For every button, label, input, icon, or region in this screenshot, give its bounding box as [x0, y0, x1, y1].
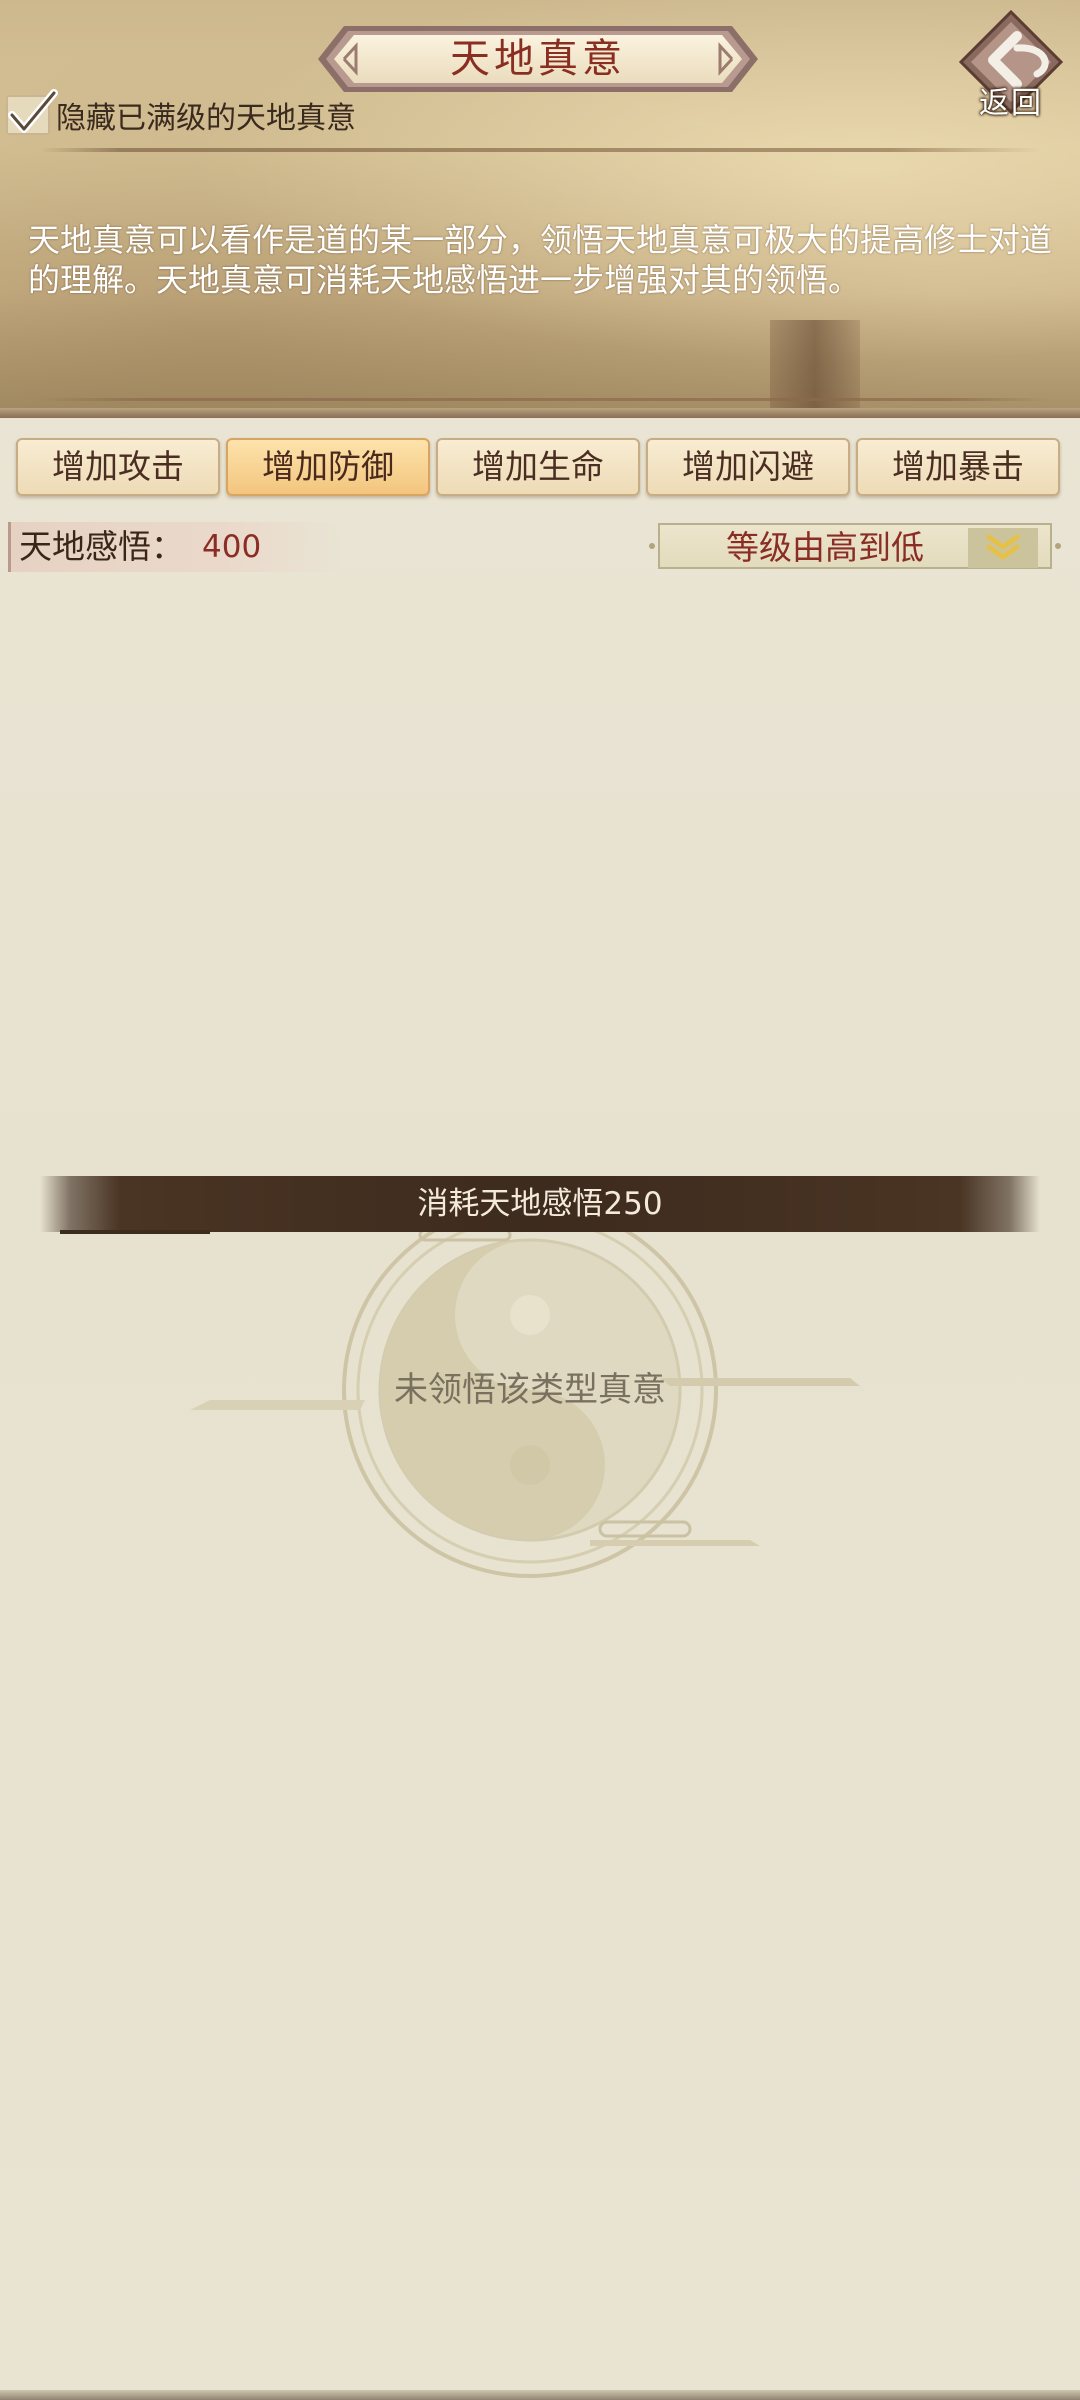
checkmark-icon	[8, 89, 58, 133]
insight-label: 天地感悟：	[19, 527, 184, 566]
hide-maxed-label: 隐藏已满级的天地真意	[56, 101, 356, 136]
sort-dropdown[interactable]: 等级由高到低	[648, 523, 1062, 569]
sort-box[interactable]: 等级由高到低	[658, 523, 1052, 569]
dropdown-left-ornament-icon	[649, 543, 655, 549]
title-plate: 天地真意	[318, 22, 758, 96]
dropdown-right-ornament-icon	[1055, 543, 1061, 549]
banner-pillar-decoration	[770, 320, 860, 418]
hide-maxed-checkbox[interactable]	[6, 89, 58, 135]
empty-state-text: 未领悟该类型真意	[394, 1370, 666, 1410]
banner-bottom-divider	[40, 398, 1050, 401]
tab-attack[interactable]: 增加攻击	[16, 438, 220, 496]
insight-resource: 天地感悟： 400	[8, 522, 341, 572]
header-divider	[40, 148, 1040, 152]
chevron-down-icon	[986, 534, 1020, 560]
insight-value: 400	[202, 529, 262, 565]
category-tabs: 增加攻击 增加防御 增加生命 增加闪避 增加暴击	[16, 438, 1066, 498]
description-text: 天地真意可以看作是道的某一部分，领悟天地真意可极大的提高修士对道的理解。天地真意…	[28, 221, 1053, 299]
hide-maxed-toggle[interactable]: 隐藏已满级的天地真意	[6, 89, 356, 140]
page-title: 天地真意	[450, 36, 626, 82]
tab-health[interactable]: 增加生命	[436, 438, 640, 496]
tab-defense[interactable]: 增加防御	[226, 438, 430, 496]
bottom-border	[0, 2390, 1080, 2400]
sort-selected-label: 等级由高到低	[726, 528, 924, 567]
tab-crit[interactable]: 增加暴击	[856, 438, 1060, 496]
cost-bar-accent	[60, 1230, 210, 1234]
tab-dodge[interactable]: 增加闪避	[646, 438, 850, 496]
back-button[interactable]: 返回	[955, 8, 1067, 121]
cost-bar: 消耗天地感悟250	[40, 1176, 1040, 1232]
cost-text: 消耗天地感悟250	[417, 1186, 663, 1222]
sort-toggle[interactable]	[968, 528, 1038, 568]
back-button-label: 返回	[979, 86, 1043, 121]
